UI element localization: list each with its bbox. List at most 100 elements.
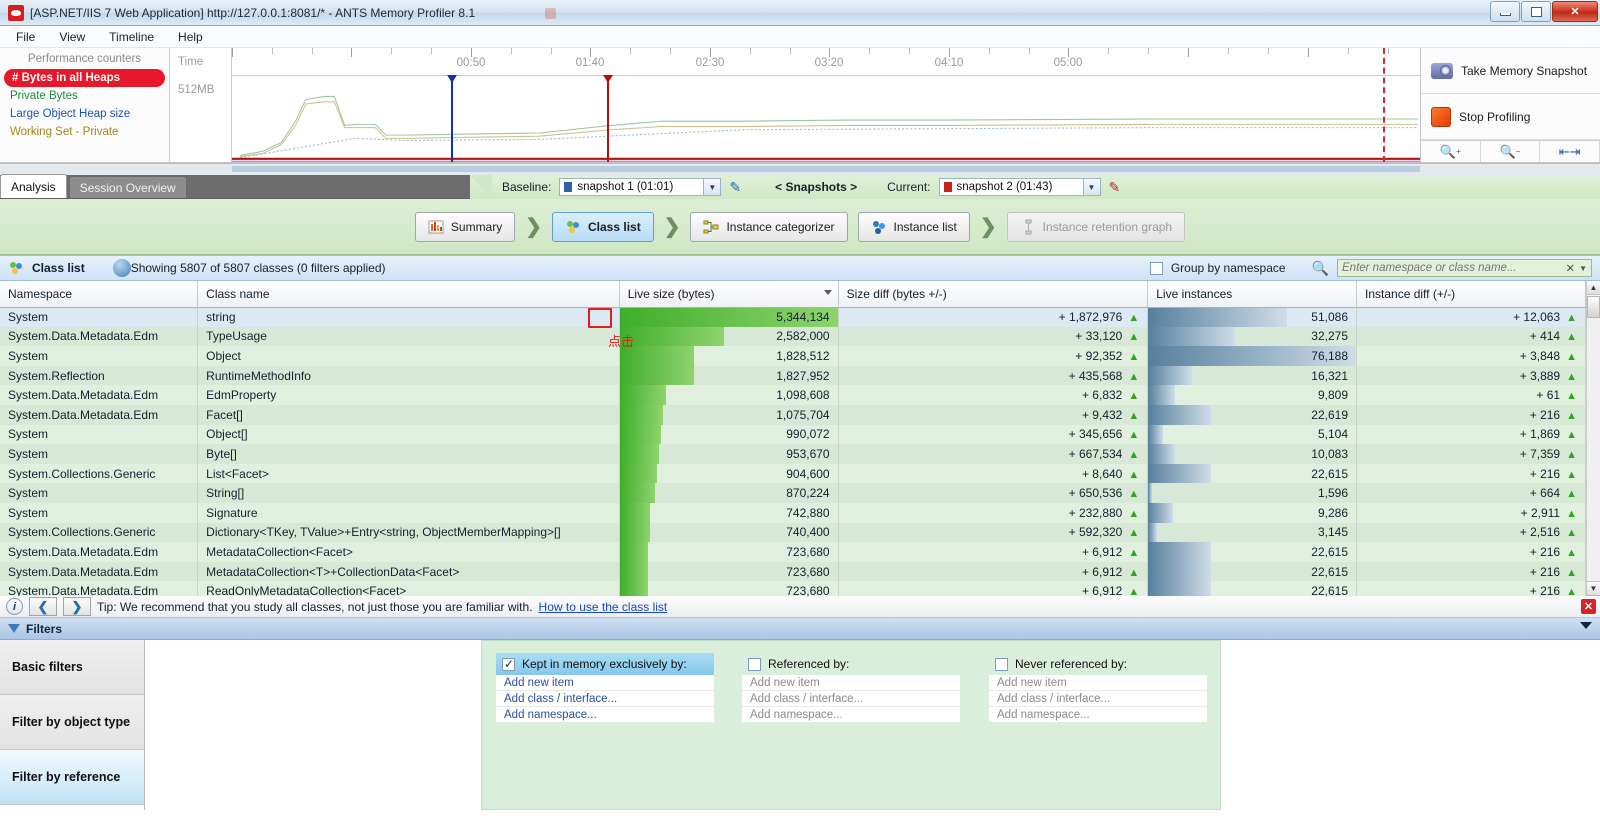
minimize-button[interactable] (1490, 1, 1520, 22)
zoom-out-icon[interactable]: 🔍 − (1481, 141, 1541, 162)
column-header-size-diff[interactable]: Size diff (bytes +/-) (838, 281, 1149, 308)
filter-add-new-item[interactable]: Add new item (989, 675, 1207, 691)
filter-add-namespace[interactable]: Add namespace... (742, 707, 960, 723)
filter-tab-filter-by-reference[interactable]: Filter by reference (0, 750, 144, 805)
chevron-down-icon[interactable]: ▼ (1082, 179, 1100, 195)
filter-add-class-interface[interactable]: Add class / interface... (989, 691, 1207, 707)
counter-private-bytes[interactable]: Private Bytes (0, 87, 169, 105)
table-row[interactable]: System.Collections.Generic List<Facet> 904… (0, 463, 1586, 484)
menu-view[interactable]: View (49, 28, 95, 46)
tip-link[interactable]: How to use the class list (539, 600, 668, 614)
current-pencil-icon[interactable]: ✎ (1109, 179, 1121, 196)
maximize-button[interactable] (1521, 1, 1551, 22)
take-memory-snapshot-button[interactable]: Take Memory Snapshot (1421, 48, 1600, 94)
filter-tab-basic-filters[interactable]: Basic filters (0, 640, 144, 695)
menu-file[interactable]: File (6, 28, 45, 46)
table-vertical-scrollbar[interactable]: ▲ ▼ (1586, 281, 1600, 595)
filter-referenced-by-checkbox[interactable] (748, 657, 761, 671)
cell-namespace: System (0, 502, 199, 523)
column-header-live-size[interactable]: Live size (bytes) (619, 281, 839, 308)
increase-arrow-icon: ▲ (1128, 390, 1140, 403)
step-class-list-button[interactable]: Class list (552, 211, 654, 242)
filter-add-namespace[interactable]: Add namespace... (496, 707, 714, 723)
counter-large-object-heap-size[interactable]: Large Object Heap size (0, 105, 169, 123)
chevron-down-icon[interactable] (1580, 622, 1592, 629)
counter-bytes-in-all-heaps[interactable]: # Bytes in all Heaps (4, 69, 165, 87)
table-row[interactable]: System.Reflection RuntimeMethodInfo 1,827,… (0, 365, 1586, 386)
snapshot-range-track[interactable] (232, 166, 1420, 172)
menu-timeline[interactable]: Timeline (99, 28, 164, 46)
filter-referenced-by-header[interactable]: Referenced by: (742, 653, 960, 675)
current-marker[interactable] (603, 75, 613, 162)
table-row[interactable]: System.Data.Metadata.Edm MetadataCollecti… (0, 542, 1586, 562)
cell-size-diff: + 6,912 ▲ (838, 561, 1149, 582)
stop-profiling-button[interactable]: Stop Profiling (1421, 94, 1600, 140)
baseline-marker[interactable] (447, 75, 457, 162)
cell-instance-diff-text: + 1,869 (1519, 427, 1561, 442)
filter-never-referenced-by-checkbox[interactable] (995, 657, 1008, 671)
column-header-class-name[interactable]: Class name (197, 281, 620, 308)
filter-add-namespace[interactable]: Add namespace... (989, 707, 1207, 723)
table-row[interactable]: System.Collections.Generic Dictionary<TKe… (0, 522, 1586, 543)
cell-class-name: RuntimeMethodInfo (197, 365, 620, 386)
cell-size-diff-text: + 345,656 (1068, 427, 1123, 442)
cell-namespace: System (0, 483, 199, 503)
chevron-down-icon[interactable]: ▼ (1579, 264, 1587, 273)
filter-add-new-item[interactable]: Add new item (742, 675, 960, 691)
time-ruler[interactable]: 00:50 01:40 02:30 03:20 04:10 05:00 (232, 48, 1420, 76)
counter-working-set-private[interactable]: Working Set - Private (0, 123, 169, 141)
filter-never-referenced-by-header[interactable]: Never referenced by: (989, 653, 1207, 675)
value-bar (1148, 483, 1153, 503)
current-combo[interactable]: snapshot 2 (01:43) ▼ (938, 178, 1101, 196)
close-button[interactable]: ✕ (1552, 1, 1598, 22)
tab-session-overview[interactable]: Session Overview (68, 176, 187, 198)
class-list-table: Namespace Class name Live size (bytes) S… (0, 281, 1586, 601)
x-icon[interactable]: ✕ (1565, 261, 1575, 275)
table-row[interactable]: System.Data.Metadata.Edm EdmProperty 1,098… (0, 385, 1586, 405)
scroll-up-icon[interactable]: ▲ (1587, 281, 1600, 295)
cell-class-name: Object (197, 346, 620, 366)
chevron-down-icon[interactable]: ▼ (703, 179, 721, 195)
timeline-graph[interactable]: Time 512MB 00:50 01:40 02:30 03:20 04:10… (170, 48, 1420, 162)
step-instance-list-button[interactable]: Instance list (857, 211, 970, 242)
zoom-in-icon[interactable]: 🔍 + (1421, 141, 1481, 162)
increase-arrow-icon: ▲ (1566, 507, 1577, 520)
filter-add-class-interface[interactable]: Add class / interface... (742, 691, 960, 707)
table-row[interactable]: System Byte[] 953,670 + 667,534 ▲ 10,083 + 7,3… (0, 444, 1586, 464)
column-header-namespace[interactable]: Namespace (0, 281, 199, 308)
filter-add-class-interface[interactable]: Add class / interface... (496, 691, 714, 707)
table-row[interactable]: System String[] 870,224 + 650,536 ▲ 1,596 + 66… (0, 483, 1586, 503)
table-row[interactable]: System Signature 742,880 + 232,880 ▲ 9,286 + 2… (0, 502, 1586, 523)
scrollbar-thumb[interactable] (1587, 296, 1600, 318)
menu-help[interactable]: Help (168, 28, 213, 46)
step-instance-categorizer-button[interactable]: Instance categorizer (690, 211, 848, 242)
baseline-pencil-icon[interactable]: ✎ (729, 179, 741, 196)
filter-kept-in-memory-checkbox[interactable] (502, 657, 515, 671)
cell-size-diff-text: + 6,912 (1081, 544, 1123, 559)
table-row[interactable]: System Object 1,828,512 + 92,352 ▲ 76,188 + 3,… (0, 346, 1586, 366)
table-row[interactable]: System.Data.Metadata.Edm MetadataCollecti… (0, 561, 1586, 582)
group-by-namespace-checkbox[interactable] (1149, 261, 1163, 275)
filter-tab-filter-by-object-type[interactable]: Filter by object type (0, 695, 144, 750)
table-row[interactable]: System.Data.Metadata.Edm Facet[] 1,075,704… (0, 404, 1586, 425)
baseline-combo[interactable]: snapshot 1 (01:01) ▼ (559, 178, 722, 196)
scroll-down-icon[interactable]: ▼ (1587, 581, 1600, 595)
column-header-instance-diff[interactable]: Instance diff (+/-) (1356, 281, 1586, 308)
filter-kept-in-memory-header[interactable]: Kept in memory exclusively by: (496, 653, 714, 675)
table-row[interactable]: System Object[] 990,072 + 345,656 ▲ 5,104 + 1,… (0, 424, 1586, 445)
tab-analysis[interactable]: Analysis (0, 174, 67, 198)
column-header-live-instances[interactable]: Live instances (1147, 281, 1357, 308)
search-input[interactable] (1342, 262, 1562, 274)
table-row[interactable]: System string 5,344,134 + 1,872,976 ▲ 51,086 +… (0, 307, 1586, 327)
search-box[interactable]: ✕ ▼ (1337, 259, 1592, 277)
time-tick-2: 02:30 (695, 57, 725, 69)
table-row[interactable]: System.Data.Metadata.Edm TypeUsage 2,582,0… (0, 326, 1586, 347)
chevron-right-icon[interactable]: ❯ (63, 597, 91, 616)
info-icon[interactable]: i (6, 598, 23, 615)
zoom-fit-icon[interactable]: ⇤⇥ (1540, 141, 1600, 162)
step-instance-retention-graph-button[interactable]: Instance retention graph (1006, 211, 1186, 242)
step-summary-button[interactable]: Summary (414, 211, 516, 242)
filter-add-new-item[interactable]: Add new item (496, 675, 714, 691)
chevron-left-icon[interactable]: ❮ (29, 597, 57, 616)
tip-close-button[interactable]: ✕ (1581, 599, 1596, 614)
